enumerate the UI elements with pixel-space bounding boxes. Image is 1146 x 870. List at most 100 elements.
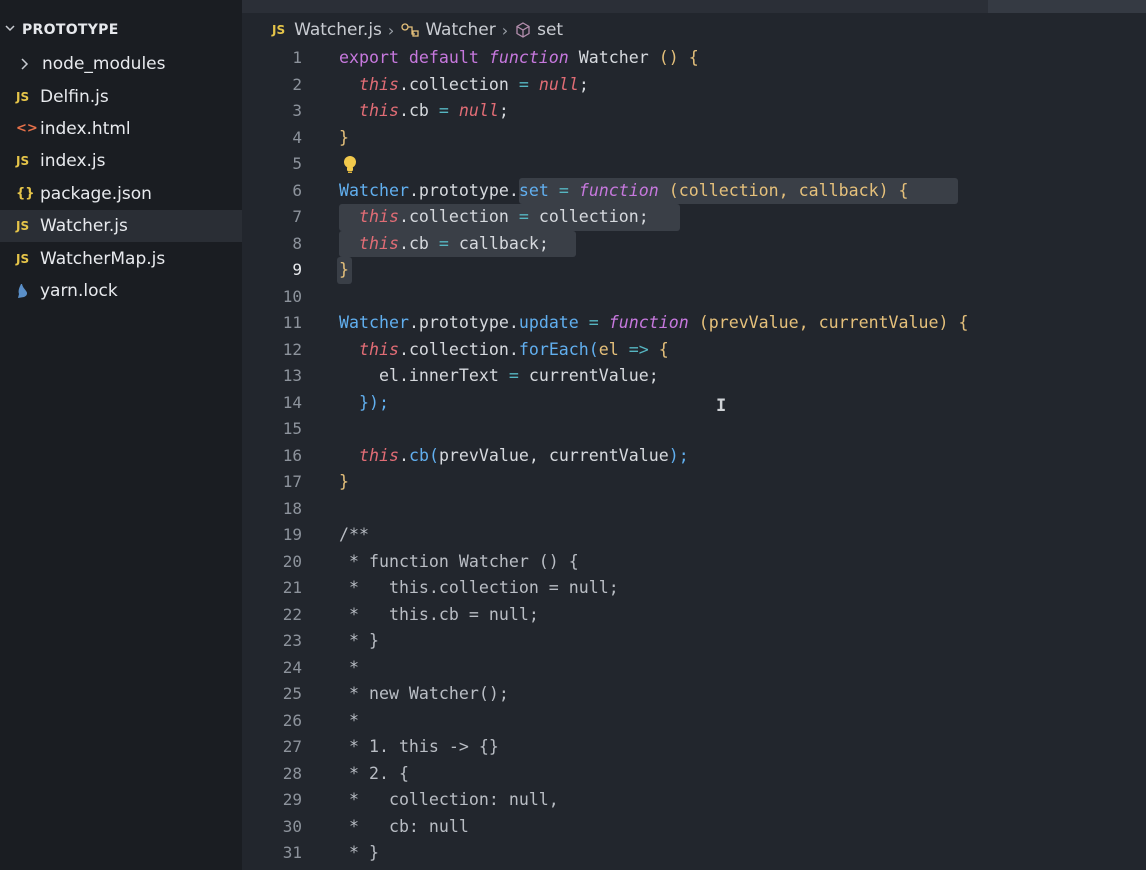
js-file-icon: JS: [272, 23, 286, 37]
file-tree-item[interactable]: JS WatcherMap.js: [0, 242, 242, 274]
code-line[interactable]: 16 this.cb(prevValue, currentValue);: [242, 443, 1146, 470]
breadcrumb-member[interactable]: set: [537, 20, 563, 40]
code-line[interactable]: 6 Watcher.prototype.set = function (colle…: [242, 177, 1146, 204]
code-area[interactable]: 1 export default function Watcher () {2 t…: [242, 45, 1146, 867]
js-file-icon: JS: [16, 251, 30, 266]
code-text: * 1. this -> {}: [339, 737, 499, 756]
chevron-down-icon: [4, 22, 22, 38]
line-number: 11: [282, 313, 302, 332]
js-file-icon: JS: [16, 154, 30, 169]
text-cursor-icon: I: [716, 396, 727, 416]
code-line[interactable]: 18: [242, 496, 1146, 523]
file-tree-item[interactable]: node_modules: [0, 48, 242, 80]
line-number: 24: [282, 657, 302, 677]
file-tree-item-label: package.json: [40, 183, 152, 204]
code-line[interactable]: 23 * }: [242, 628, 1146, 655]
code-line[interactable]: 4}: [242, 125, 1146, 152]
line-number: 8: [292, 233, 302, 253]
code-line[interactable]: 26 *: [242, 708, 1146, 735]
file-tree-item[interactable]: JS index.js: [0, 145, 242, 177]
tab-bar-strip-right: [988, 0, 1146, 13]
code-line[interactable]: 14 });: [242, 390, 1146, 417]
code-text: this.collection = null;: [358, 74, 589, 94]
chevron-right-icon: ›: [387, 20, 395, 40]
line-number: 14: [282, 392, 302, 412]
code-text: }: [339, 472, 349, 491]
file-tree-item-label: node_modules: [42, 54, 166, 75]
line-number: 6: [292, 180, 302, 200]
code-text: this.collection = collection;: [358, 207, 649, 226]
line-number: 19: [282, 525, 302, 544]
code-line[interactable]: 2 this.collection = null;: [242, 72, 1146, 99]
code-line[interactable]: 15: [242, 416, 1146, 443]
line-number: 9: [292, 260, 302, 279]
code-line[interactable]: 1 export default function Watcher () {: [242, 45, 1146, 72]
code-text: * 2. {: [339, 763, 409, 783]
line-number: 12: [282, 339, 302, 359]
code-text: * }: [339, 631, 379, 650]
code-line[interactable]: 17}: [242, 469, 1146, 496]
code-text: * new Watcher();: [339, 684, 509, 703]
file-tree-item-label: Delfin.js: [40, 86, 109, 107]
explorer-sidebar: PROTOTYPE node_modules JS Delfin.js <> index…: [0, 0, 242, 870]
file-tree-item-label: index.html: [40, 118, 131, 139]
js-file-icon: JS: [16, 219, 30, 234]
code-text: });: [358, 392, 389, 412]
code-line[interactable]: 8 this.cb = callback;: [242, 230, 1146, 257]
line-number: 5: [292, 154, 302, 173]
line-number: 7: [292, 207, 302, 226]
explorer-title: PROTOTYPE: [22, 22, 119, 38]
code-line[interactable]: 7 this.collection = collection;: [242, 204, 1146, 231]
code-line[interactable]: 11 Watcher.prototype.update = function (p…: [242, 310, 1146, 337]
code-line[interactable]: 5: [242, 151, 1146, 178]
line-number: 18: [282, 498, 302, 518]
code-line[interactable]: 22 * this.cb = null;: [242, 602, 1146, 629]
symbol-class-icon: [400, 22, 420, 38]
code-line[interactable]: 24 *: [242, 655, 1146, 682]
line-number: 20: [282, 551, 302, 571]
file-tree-item[interactable]: <> index.html: [0, 113, 242, 145]
code-text: Watcher.prototype.update = function (pre…: [339, 313, 969, 332]
line-number: 17: [282, 472, 302, 491]
code-text: * collection: null,: [339, 790, 559, 809]
code-text: this.cb = null;: [358, 101, 509, 120]
breadcrumb: JS Watcher.js › Watcher › set: [272, 17, 563, 43]
code-line[interactable]: 3 this.cb = null;: [242, 98, 1146, 125]
editor-pane[interactable]: JS Watcher.js › Watcher › set 1 export de…: [242, 0, 1146, 870]
line-number: 13: [282, 366, 302, 385]
code-line[interactable]: 28 * 2. {: [242, 761, 1146, 788]
file-tree-item-label: WatcherMap.js: [40, 248, 166, 269]
code-line[interactable]: 27 * 1. this -> {}: [242, 734, 1146, 761]
code-line[interactable]: 9}: [242, 257, 1146, 284]
folder-chevron-icon: [16, 58, 42, 70]
line-number: 21: [282, 578, 302, 597]
code-text: el.innerText = currentValue;: [339, 366, 659, 385]
code-line[interactable]: 29 * collection: null,: [242, 787, 1146, 814]
file-tree-item[interactable]: JS Watcher.js: [0, 209, 242, 243]
code-line[interactable]: 21 * this.collection = null;: [242, 575, 1146, 602]
explorer-section-header[interactable]: PROTOTYPE: [0, 0, 242, 42]
yarn-file-icon: [16, 283, 40, 299]
line-number: 26: [282, 710, 302, 730]
code-line[interactable]: 30 * cb: null: [242, 814, 1146, 841]
file-tree-item[interactable]: {} package.json: [0, 178, 242, 210]
code-line[interactable]: 20 * function Watcher () {: [242, 549, 1146, 576]
code-line[interactable]: 31 * }: [242, 840, 1146, 867]
line-number: 23: [282, 631, 302, 650]
code-line[interactable]: 10: [242, 284, 1146, 311]
code-text: export default function Watcher () {: [339, 48, 699, 67]
breadcrumb-symbol[interactable]: Watcher: [425, 20, 495, 40]
line-number: 28: [282, 763, 302, 783]
code-line[interactable]: 13 el.innerText = currentValue;: [242, 363, 1146, 390]
code-line[interactable]: 19 /**: [242, 522, 1146, 549]
file-tree-item[interactable]: yarn.lock: [0, 275, 242, 307]
breadcrumb-file[interactable]: Watcher.js: [294, 20, 382, 40]
line-number: 30: [282, 816, 302, 836]
symbol-method-icon: [514, 21, 532, 39]
line-number: 15: [282, 419, 302, 438]
code-line[interactable]: 12 this.collection.forEach(el => {: [242, 337, 1146, 364]
code-text: * function Watcher () {: [339, 551, 579, 571]
file-tree-item[interactable]: JS Delfin.js: [0, 80, 242, 112]
code-line[interactable]: 25 * new Watcher();: [242, 681, 1146, 708]
code-text: }: [339, 260, 349, 279]
